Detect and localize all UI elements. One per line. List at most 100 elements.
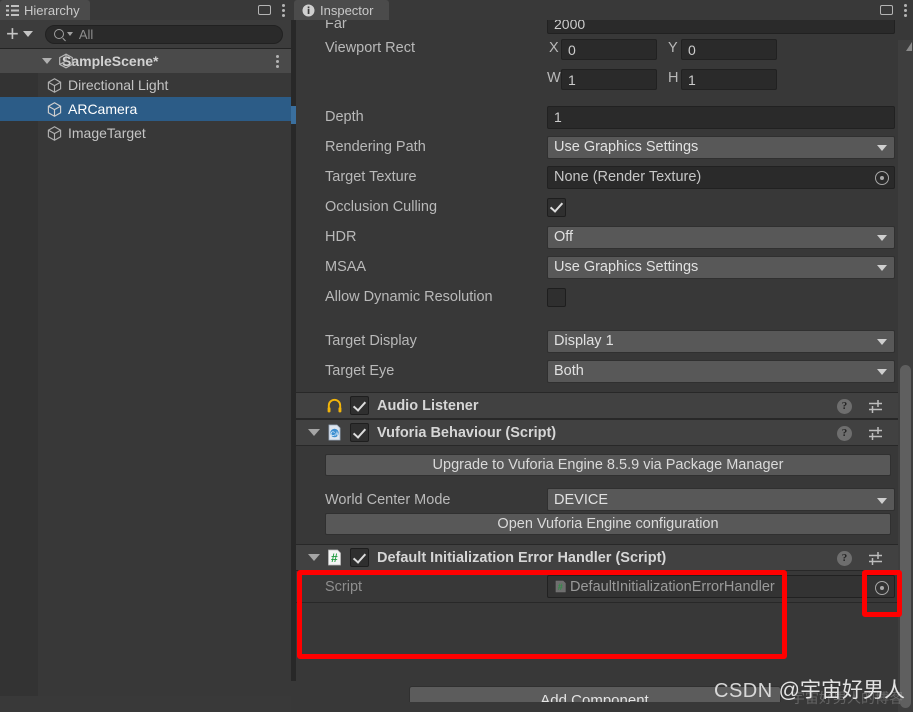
hdr-label: HDR (325, 229, 357, 245)
row-gutter (0, 121, 38, 145)
viewport-w-input[interactable]: 1 (561, 69, 657, 90)
audio-listener-headphones-icon (326, 397, 343, 414)
chevron-down-icon (877, 497, 887, 504)
inspector-scrollbar[interactable] (898, 40, 913, 712)
row-gutter (0, 73, 38, 97)
world-center-mode-dropdown[interactable]: DEVICE (547, 488, 895, 511)
allow-dynamic-resolution-checkbox[interactable] (547, 287, 566, 307)
hierarchy-row-arcamera[interactable]: ARCamera (0, 97, 291, 121)
property-row-far: Far 2000 (296, 20, 913, 34)
foldout-expanded-icon[interactable] (42, 58, 52, 64)
gameobject-cube-icon (46, 77, 63, 94)
component-header-default-init-error-handler[interactable]: # Default Initialization Error Handler (… (296, 544, 913, 571)
depth-input[interactable]: 1 (547, 105, 895, 129)
kebab-menu-icon[interactable] (904, 3, 907, 17)
foldout-expanded-icon[interactable] (308, 554, 320, 561)
hierarchy-row-imagetarget[interactable]: ImageTarget (0, 121, 291, 145)
target-display-dropdown[interactable]: Display 1 (547, 329, 895, 353)
hierarchy-search-input[interactable]: All (44, 24, 283, 44)
chevron-down-icon (877, 235, 887, 241)
hdr-value: Off (554, 229, 574, 245)
camera-component-properties: Far 2000 Viewport Rect X 0 Y 0 W 1 H 1 D… (291, 20, 913, 603)
svg-text:#: # (558, 582, 563, 592)
help-icon[interactable]: ? (837, 551, 852, 566)
hdr-dropdown[interactable]: Off (547, 225, 895, 249)
vuforia-behaviour-enabled-checkbox[interactable] (350, 423, 369, 442)
property-row-target-eye: Target Eye Both (296, 356, 913, 386)
tab-inspector-label: Inspector (320, 2, 374, 18)
lock-icon[interactable] (258, 5, 271, 15)
script-label: Script (325, 578, 363, 595)
far-label: Far (325, 20, 347, 32)
viewport-rect-label: Viewport Rect (325, 40, 415, 56)
target-eye-dropdown[interactable]: Both (547, 359, 895, 383)
audio-listener-enabled-checkbox[interactable] (350, 396, 369, 415)
vuforia-upgrade-row: Upgrade to Vuforia Engine 8.5.9 via Pack… (296, 454, 913, 476)
hierarchy-row-directional-light[interactable]: Directional Light (0, 73, 291, 97)
viewport-h-input[interactable]: 1 (681, 69, 777, 90)
target-texture-objectfield[interactable]: None (Render Texture) (547, 165, 895, 189)
help-icon[interactable]: ? (837, 399, 852, 414)
viewport-y-input[interactable]: 0 (681, 39, 777, 60)
rendering-path-label: Rendering Path (325, 139, 426, 155)
inspector-content: Far 2000 Viewport Rect X 0 Y 0 W 1 H 1 D… (291, 20, 913, 712)
script-objectfield[interactable]: # DefaultInitializationErrorHandler (547, 575, 895, 598)
allow-dynamic-resolution-label: Allow Dynamic Resolution (325, 289, 493, 305)
preset-settings-icon[interactable] (868, 551, 884, 566)
default-init-error-handler-enabled-checkbox[interactable] (350, 548, 369, 567)
audio-listener-header-actions: ? (837, 393, 903, 420)
hierarchy-tabbar: Hierarchy (0, 0, 291, 20)
property-row-allow-dynamic-resolution: Allow Dynamic Resolution (296, 282, 913, 312)
scene-kebab-menu-icon[interactable] (276, 54, 279, 68)
hierarchy-toolbar: + All (0, 20, 291, 49)
world-center-mode-label: World Center Mode (325, 491, 451, 508)
viewport-h-label: H (668, 70, 679, 86)
help-icon[interactable]: ? (837, 426, 852, 441)
default-init-error-handler-title: Default Initialization Error Handler (Sc… (377, 549, 667, 566)
create-gameobject-button[interactable]: + (6, 23, 33, 45)
object-picker-icon[interactable] (875, 171, 889, 185)
rendering-path-dropdown[interactable]: Use Graphics Settings (547, 135, 895, 159)
audio-listener-title: Audio Listener (377, 397, 479, 414)
watermark-ghost: 宇宙好男人的博客 (791, 690, 903, 706)
scrollbar-thumb[interactable] (900, 365, 911, 708)
open-vuforia-config-button[interactable]: Open Vuforia Engine configuration (325, 513, 891, 535)
viewport-x-label: X (549, 40, 559, 56)
rendering-path-value: Use Graphics Settings (554, 139, 699, 155)
preset-settings-icon[interactable] (868, 426, 884, 441)
occlusion-culling-checkbox[interactable] (547, 197, 566, 217)
property-row-world-center-mode: World Center Mode DEVICE (296, 486, 913, 513)
foldout-expanded-icon[interactable] (308, 429, 320, 436)
preset-settings-icon[interactable] (868, 399, 884, 414)
tab-inspector[interactable]: Inspector (294, 0, 390, 20)
lock-icon[interactable] (880, 5, 893, 15)
gameobject-cube-icon (46, 101, 63, 118)
target-eye-label: Target Eye (325, 363, 395, 379)
hierarchy-tab-controls (258, 0, 285, 20)
scroll-up-arrow-icon[interactable] (906, 42, 912, 51)
msaa-dropdown[interactable]: Use Graphics Settings (547, 255, 895, 279)
property-row-hdr: HDR Off (296, 222, 913, 252)
hierarchy-row-label: SampleScene* (62, 53, 159, 69)
hierarchy-row-samplescene[interactable]: SampleScene* (0, 49, 291, 73)
csharp-script-green-icon: # (554, 580, 567, 593)
property-row-rendering-path: Rendering Path Use Graphics Settings (296, 132, 913, 162)
hierarchy-body (38, 96, 291, 712)
component-header-vuforia-behaviour[interactable]: C# Vuforia Behaviour (Script) ? (296, 419, 913, 446)
csharp-script-green-icon: # (326, 549, 343, 566)
far-input[interactable]: 2000 (547, 20, 895, 34)
hierarchy-row-label: Directional Light (68, 77, 169, 93)
property-row-occlusion-culling: Occlusion Culling (296, 192, 913, 222)
component-header-audio-listener[interactable]: Audio Listener ? (296, 392, 913, 419)
upgrade-vuforia-button[interactable]: Upgrade to Vuforia Engine 8.5.9 via Pack… (325, 454, 891, 476)
tab-hierarchy[interactable]: Hierarchy (0, 0, 90, 20)
kebab-menu-icon[interactable] (282, 3, 285, 17)
inspector-tabbar: Inspector (291, 0, 913, 20)
csharp-script-icon: C# (326, 424, 343, 441)
hierarchy-row-label: ImageTarget (68, 125, 146, 141)
svg-text:#: # (331, 551, 338, 565)
hierarchy-search-placeholder: All (78, 26, 94, 42)
object-picker-icon[interactable] (875, 580, 889, 595)
search-icon (53, 29, 64, 39)
viewport-x-input[interactable]: 0 (561, 39, 657, 60)
